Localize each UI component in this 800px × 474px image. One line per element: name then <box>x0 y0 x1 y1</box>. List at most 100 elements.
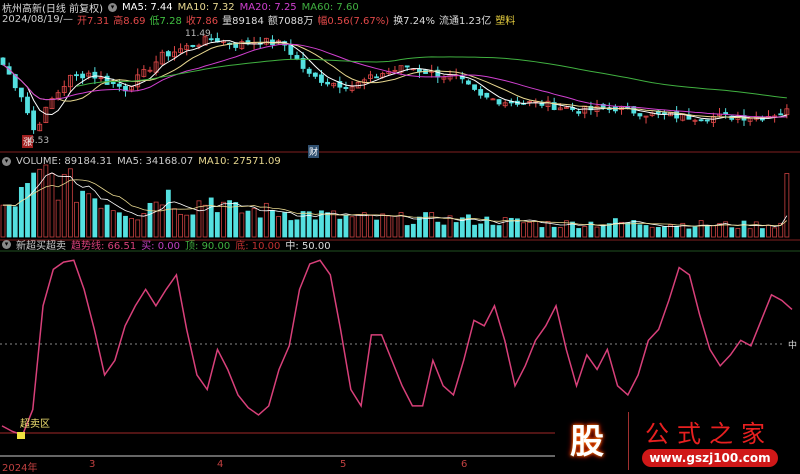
volume-value: VOLUME: 89184.31 <box>16 155 113 167</box>
month-label: 6 <box>461 459 468 470</box>
volume-bar <box>478 223 484 238</box>
volume-bar <box>784 173 790 238</box>
volume-bar <box>392 215 398 238</box>
candle-body <box>319 74 324 83</box>
trend-line <box>1 259 793 436</box>
volume-ma5: MA5: 34168.07 <box>117 155 194 167</box>
candle-body <box>343 86 349 89</box>
top-value: 顶: 90.00 <box>185 240 231 252</box>
volume-bar <box>661 226 667 238</box>
volume-bar <box>704 225 710 238</box>
bottom-value: 底: 10.00 <box>235 240 281 252</box>
volume-bar <box>496 225 502 238</box>
volume-bar <box>453 222 459 238</box>
volume-bar <box>343 214 349 238</box>
volume-bar <box>239 212 245 238</box>
volume-bar <box>435 221 441 238</box>
volume-bar <box>649 226 655 238</box>
low-price-label: 6.53 <box>29 136 50 146</box>
volume-bar <box>214 212 220 238</box>
volume-bar <box>110 210 116 238</box>
volume-bar <box>637 224 643 238</box>
finance-tag[interactable]: 财 <box>308 145 320 158</box>
candle-body <box>778 113 784 116</box>
volume-bar <box>300 211 306 238</box>
mid-value: 中: 50.00 <box>285 240 331 252</box>
volume-bar <box>539 227 545 238</box>
volume-bar <box>0 204 6 238</box>
volume-bar <box>245 210 251 238</box>
volume-bar <box>355 214 361 238</box>
volume-bar <box>325 212 330 238</box>
volume-bar <box>619 221 624 238</box>
volume-bar <box>67 168 73 238</box>
volume-bar <box>380 213 386 238</box>
oversold-label: 超卖区 <box>20 419 50 430</box>
chevron-down-icon[interactable]: ▾ <box>2 239 11 249</box>
volume-bar <box>423 212 428 238</box>
candle-body <box>306 68 312 74</box>
volume-bar <box>404 225 410 238</box>
volume-bar <box>227 200 232 238</box>
candle-body <box>466 80 471 85</box>
candle-body <box>300 57 306 69</box>
volume-bar <box>104 204 110 238</box>
volume-bar <box>6 204 12 238</box>
volume-bar <box>361 212 367 238</box>
candle-body <box>74 74 79 77</box>
chevron-down-icon[interactable]: ▾ <box>2 156 11 166</box>
candle-body <box>417 68 422 73</box>
chart-canvas[interactable] <box>0 0 800 471</box>
volume-bar <box>692 226 698 238</box>
volume-header: ▾ VOLUME: 89184.31 MA5: 34168.07 MA10: 2… <box>2 155 281 167</box>
volume-bar <box>208 197 214 238</box>
volume-bar <box>276 215 281 238</box>
watermark-name: 公式之家 <box>645 420 773 448</box>
volume-bar <box>165 189 171 238</box>
volume-bar <box>417 216 422 238</box>
candle-body <box>496 99 502 105</box>
volume-bar <box>190 214 196 238</box>
volume-bar <box>582 225 588 238</box>
volume-bar <box>741 220 747 238</box>
volume-bar <box>31 172 37 238</box>
candle-body <box>190 45 196 47</box>
ma10-line <box>2 41 787 119</box>
volume-bar <box>37 168 43 238</box>
volume-bar <box>294 219 300 238</box>
volume-bar <box>257 217 263 238</box>
candle-body <box>478 89 484 96</box>
volume-bar <box>631 220 637 238</box>
volume-bar <box>533 220 539 238</box>
volume-bar <box>98 207 104 238</box>
candle-body <box>25 96 30 114</box>
month-label: 4 <box>217 459 224 470</box>
volume-bar <box>429 212 435 238</box>
volume-bar <box>576 228 582 238</box>
volume-bar <box>386 215 392 238</box>
month-label: 5 <box>340 459 347 470</box>
volume-bar <box>759 228 765 238</box>
month-label: 3 <box>89 459 96 470</box>
watermark-url: www.gszj100.com <box>642 449 778 467</box>
volume-bar <box>80 190 86 238</box>
candle-body <box>472 84 477 90</box>
volume-bar <box>747 228 753 238</box>
volume-bar <box>74 201 79 238</box>
volume-bar <box>710 225 716 238</box>
candle-body <box>31 110 37 131</box>
trend-value: 趋势线: 66.51 <box>71 240 137 252</box>
volume-bar <box>374 219 379 238</box>
volume-bar <box>233 202 239 238</box>
volume-bar <box>515 218 520 238</box>
volume-bar <box>441 224 447 238</box>
candle-body <box>80 73 86 79</box>
month-label: 2024年 <box>2 463 38 474</box>
volume-bar <box>153 201 159 238</box>
volume-bar <box>12 206 18 238</box>
volume-bar <box>86 193 92 238</box>
volume-bar <box>766 224 771 238</box>
candle-body <box>404 65 410 68</box>
volume-bar <box>141 213 147 238</box>
volume-bar <box>368 215 373 238</box>
